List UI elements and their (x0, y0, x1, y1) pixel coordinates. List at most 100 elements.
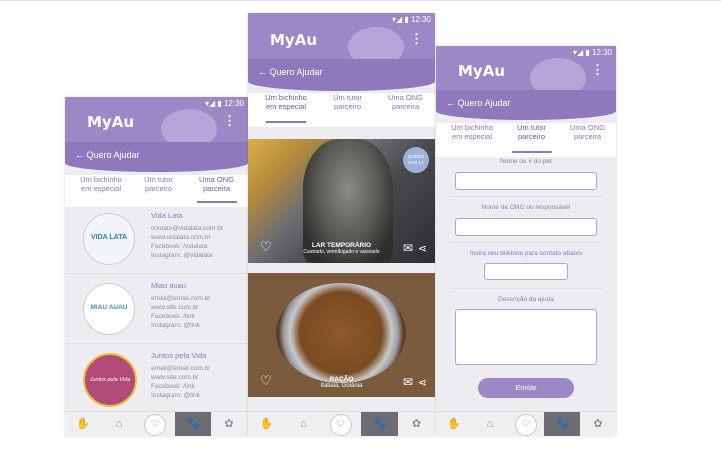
nav-heart-icon[interactable]: ♡ (508, 412, 544, 436)
org-email[interactable]: email@email.com.br (151, 365, 210, 372)
nav-flower-icon[interactable]: ✿ (580, 412, 616, 436)
tab-tutor-line1: Um tutor (333, 93, 362, 102)
share-icon[interactable]: ⋖ (418, 242, 427, 255)
nav-heart-icon[interactable]: ♡ (322, 412, 359, 436)
nav-flower-icon[interactable]: ✿ (398, 412, 435, 436)
nav-heart-icon[interactable]: ♡ (137, 412, 173, 436)
tab-pet-line2: em especial (451, 132, 493, 141)
org-item[interactable]: Juntos pela Vida Juntos pela Vida email@… (65, 345, 248, 413)
description-field[interactable] (455, 309, 597, 365)
nav-flower-icon[interactable]: ✿ (211, 412, 247, 436)
org-logo-text: MIAU AUAU (90, 304, 128, 311)
status-bar: ▾◢ ▮ 12:30 (392, 15, 431, 24)
tab-pet-line2: em especial (80, 184, 122, 193)
org-instagram[interactable]: Instagram: @link (151, 322, 200, 329)
tab-ong[interactable]: Uma ONG parceira (378, 93, 433, 111)
tab-tutor[interactable]: Um tutor parceiro (504, 123, 559, 141)
tab-ong-line2: parceira (391, 102, 420, 111)
org-item[interactable]: VIDA LATA Vida Lata contato@vidalata.com… (65, 205, 248, 274)
org-facebook[interactable]: Facebook: /link (151, 383, 195, 390)
tab-indicator (266, 121, 306, 123)
pet-card[interactable]: QUERO DAR LT ♡ LAR TEMPORÁRIO Castrado, v… (248, 139, 435, 263)
status-bar: ▾◢ ▮ 12:30 (205, 99, 244, 108)
back-title[interactable]: ← Quero Ajudar (446, 98, 511, 108)
org-site[interactable]: www.site.com.br (151, 304, 198, 311)
org-instagram[interactable]: Instagram: @vidalata (151, 252, 213, 259)
badge-line2: DAR LT (408, 160, 424, 165)
phone-field[interactable] (484, 263, 568, 280)
tab-indicator (512, 151, 552, 153)
top-divider (0, 0, 721, 4)
back-title[interactable]: ← Quero Ajudar (75, 150, 140, 160)
tab-pet[interactable]: Um bichinho em especial (442, 123, 502, 141)
status-icons: ▾◢ ▮ (391, 15, 409, 24)
tab-indicator (197, 201, 237, 203)
tab-tutor-line1: Um tutor (144, 175, 173, 184)
nav-heart-glyph: ♡ (144, 414, 166, 436)
tab-tutor-line2: parceiro (144, 184, 173, 193)
label-description: Descrição da ajuda (498, 296, 554, 303)
org-facebook[interactable]: Facebook: /link (151, 313, 195, 320)
org-email[interactable]: contato@vidalata.com.br (151, 225, 223, 232)
share-icon[interactable]: ⋖ (418, 376, 427, 389)
divider (450, 242, 602, 243)
mail-icon[interactable]: ✉ (403, 241, 413, 255)
tab-ong-line1: Uma ONG (387, 93, 423, 102)
phone-screen-form: ▾◢ ▮ 12:30 MyAu ⋮ ← Quero Ajudar Um bich… (436, 46, 616, 436)
org-instagram[interactable]: Instagram: @link (151, 392, 200, 399)
pet-name-field[interactable] (455, 172, 597, 190)
tab-pet-line1: Um bichinho (265, 93, 307, 102)
divider (450, 196, 602, 197)
subheader: ← Quero Ajudar (436, 90, 616, 120)
nav-help-icon[interactable]: ✋ (248, 412, 285, 436)
status-icons: ▾◢ ▮ (204, 99, 222, 108)
nav-home-icon[interactable]: ⌂ (285, 412, 322, 436)
tab-tutor[interactable]: Um tutor parceiro (131, 175, 186, 193)
tab-pet-line1: Um bichinho (80, 175, 122, 184)
app-logo: MyAu (270, 31, 317, 49)
nav-paw-icon[interactable]: 🐾 (544, 412, 580, 436)
label-pet: Nome ou # do pet (500, 158, 552, 165)
back-title[interactable]: ← Quero Ajudar (258, 67, 323, 77)
org-name: Miau auau (151, 281, 187, 290)
tab-tutor[interactable]: Um tutor parceiro (320, 93, 375, 111)
nav-help-icon[interactable]: ✋ (65, 412, 101, 436)
tab-pet[interactable]: Um bichinho em especial (71, 175, 131, 193)
badge: QUERO DAR LT (403, 147, 429, 173)
org-item[interactable]: MIAU AUAU Miau auau email@email.com.br w… (65, 275, 248, 344)
tab-ong[interactable]: Uma ONG parceira (189, 175, 244, 193)
org-site[interactable]: www.vidalata.com.br (151, 234, 211, 241)
ong-name-field[interactable] (455, 218, 597, 236)
org-logo: VIDA LATA (83, 213, 135, 265)
label-phone: Insira seu telefone para contato abaixo (469, 250, 583, 257)
phone-screen-ongs: ▾◢ ▮ 12:30 MyAu ✋ ⋮ ← Quero Ajudar Um bi… (65, 97, 248, 436)
tab-pet[interactable]: Um bichinho em especial (256, 93, 316, 111)
send-button[interactable]: Enviar (478, 378, 574, 398)
nav-heart-glyph: ♡ (329, 414, 352, 436)
status-time: 12:30 (223, 99, 244, 108)
nav-paw-icon[interactable]: 🐾 (175, 412, 211, 436)
org-email[interactable]: email@email.com.br (151, 295, 210, 302)
more-menu-icon[interactable]: ⋮ (591, 62, 604, 78)
nav-home-icon[interactable]: ⌂ (472, 412, 508, 436)
org-logo: Juntos pela Vida (83, 353, 137, 407)
nav-paw-icon[interactable]: 🐾 (361, 412, 398, 436)
food-bowl-photo (276, 283, 406, 383)
org-site[interactable]: www.site.com.br (151, 374, 198, 381)
app-logo: MyAu (458, 62, 505, 80)
nav-home-icon[interactable]: ⌂ (101, 412, 137, 436)
mail-icon[interactable]: ✉ (403, 375, 413, 389)
tab-ong-line1: Uma ONG (198, 175, 234, 184)
pet-card[interactable]: ♡ RAÇÃO Itatiaia, Goiânia ✉ ⋖ (248, 273, 435, 397)
org-logo-text: VIDA LATA (90, 234, 128, 241)
nav-help-icon[interactable]: ✋ (436, 412, 472, 436)
more-menu-icon[interactable]: ⋮ (410, 31, 423, 47)
subheader: ← Quero Ajudar (248, 59, 435, 91)
tab-ong[interactable]: Uma ONG parceira (560, 123, 615, 141)
more-menu-icon[interactable]: ⋮ (223, 113, 236, 129)
label-ong: Nome da ONG ou responsável (481, 204, 571, 211)
bottom-nav: ✋ ⌂ ♡ 🐾 ✿ (65, 411, 248, 436)
org-facebook[interactable]: Facebook: /vidalata (151, 243, 207, 250)
app-logo: MyAu (87, 113, 134, 131)
tab-pet-line2: em especial (265, 102, 307, 111)
